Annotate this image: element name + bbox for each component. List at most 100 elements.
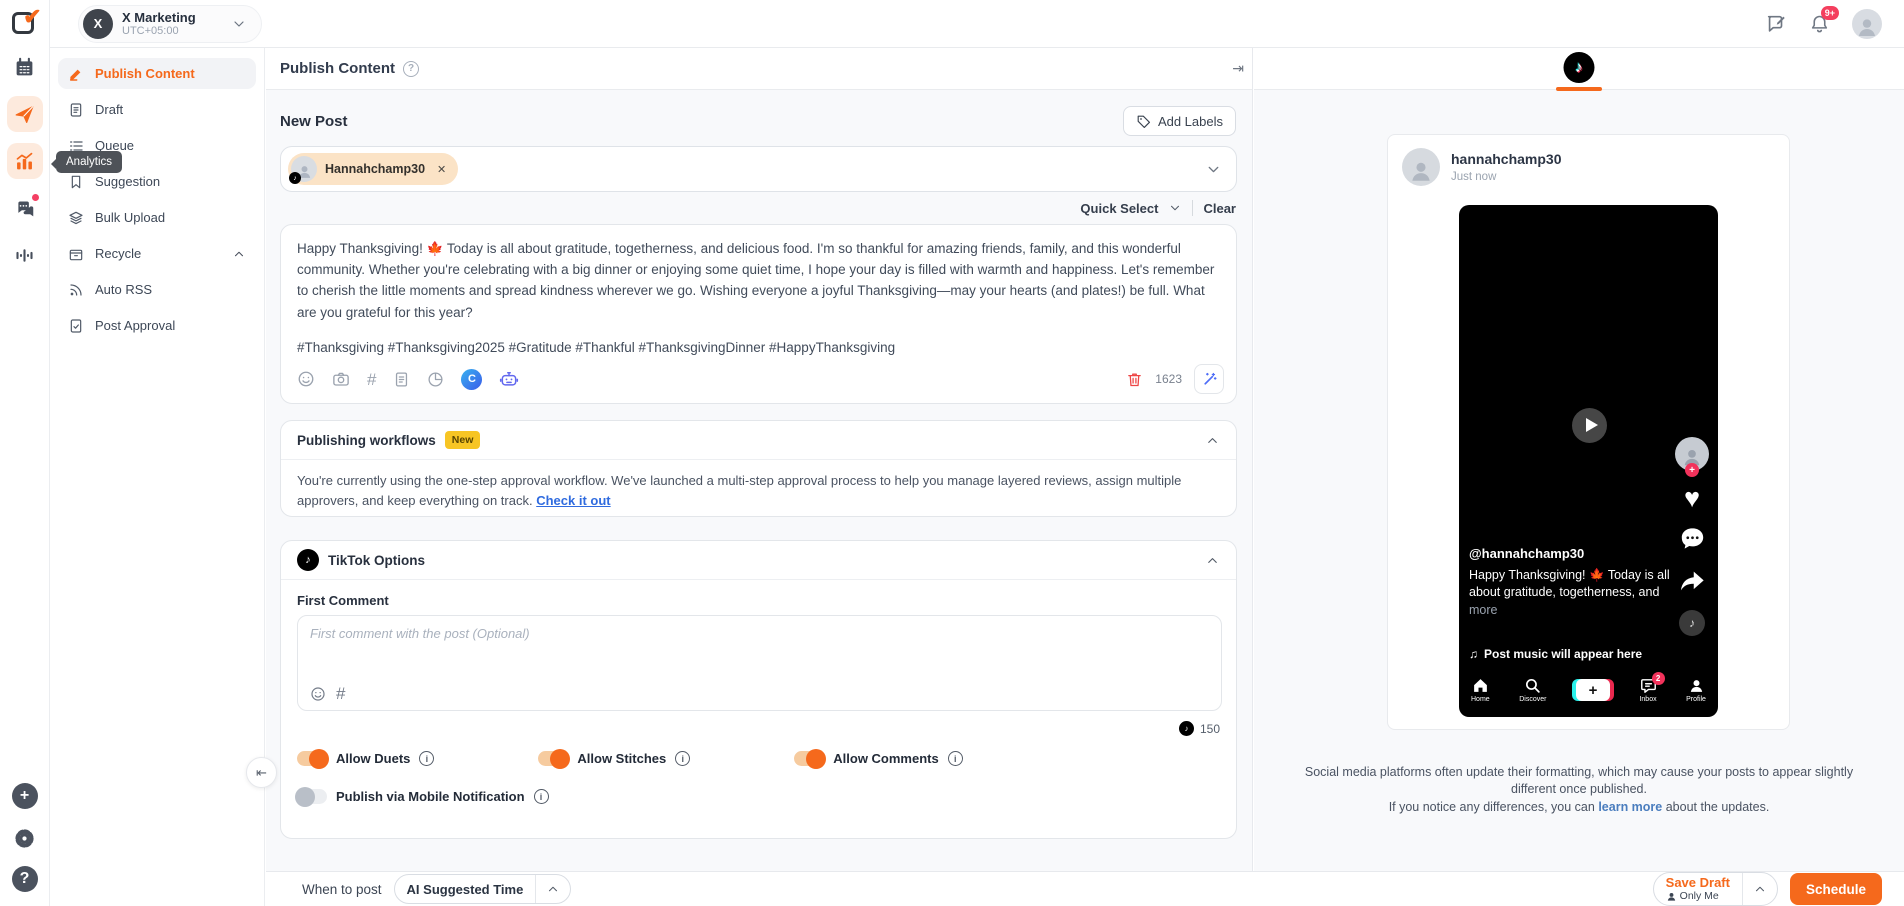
toggle-knob (309, 749, 329, 769)
add-labels-button[interactable]: Add Labels (1123, 106, 1236, 136)
help-circle-icon[interactable]: ? (403, 61, 419, 77)
user-avatar[interactable] (1852, 9, 1882, 39)
app-logo-icon[interactable]: ✔ (10, 8, 40, 38)
nav-create[interactable]: + (1576, 677, 1610, 701)
document-check-icon (68, 318, 84, 334)
info-icon[interactable]: i (419, 751, 434, 766)
calendar-nav-icon[interactable] (7, 49, 43, 85)
tiktok-options-header[interactable]: ♪ TikTok Options (281, 541, 1236, 580)
workflows-text: You're currently using the one-step appr… (297, 473, 1181, 508)
settings-icon[interactable] (13, 827, 36, 850)
help-button[interactable]: ? (12, 866, 38, 892)
chevron-up-icon[interactable] (1205, 553, 1220, 568)
allow-stitches-toggle[interactable] (538, 751, 568, 766)
publish-nav-icon[interactable] (7, 96, 43, 132)
post-text[interactable]: Happy Thanksgiving! 🍁 Today is all about… (297, 238, 1216, 358)
archive-box-icon (68, 246, 84, 262)
emoji-icon[interactable] (310, 686, 326, 702)
save-draft-button[interactable]: Save Draft Only Me (1653, 872, 1778, 906)
chevron-up-icon[interactable] (1742, 873, 1777, 905)
workflows-header[interactable]: Publishing workflows New (281, 421, 1236, 460)
notifications-bell-icon[interactable]: 9+ (1809, 13, 1830, 34)
ai-bot-icon[interactable] (499, 369, 519, 389)
schedule-bar: When to post AI Suggested Time Save Draf… (266, 871, 1904, 906)
nav-home[interactable]: Home (1471, 677, 1490, 703)
caption-more-link[interactable]: more (1469, 603, 1674, 617)
check-it-out-link[interactable]: Check it out (536, 493, 610, 508)
info-icon[interactable]: i (534, 789, 549, 804)
new-post-row: New Post Add Labels (280, 106, 1236, 136)
allow-duets-toggle[interactable] (297, 751, 327, 766)
remove-account-icon[interactable]: ✕ (437, 163, 446, 176)
listening-nav-icon[interactable] (7, 237, 43, 273)
preview-header: ♪ (1254, 48, 1904, 90)
account-select[interactable]: ♪ Hannahchamp30 ✕ (280, 146, 1237, 192)
hashtag-icon[interactable]: # (336, 685, 345, 702)
first-comment-input[interactable] (298, 616, 1221, 678)
video-profile-avatar[interactable]: + (1675, 437, 1709, 471)
workflows-title: Publishing workflows (297, 433, 436, 448)
mobile-notification-toggle[interactable] (297, 789, 327, 804)
play-button-icon[interactable] (1572, 408, 1607, 443)
video-caption-text: Happy Thanksgiving! 🍁 Today is all about… (1469, 567, 1674, 601)
post-editor-card[interactable]: Happy Thanksgiving! 🍁 Today is all about… (280, 224, 1237, 404)
hashtag-icon[interactable]: # (367, 371, 376, 388)
sidebar-item-publish-content[interactable]: Publish Content (58, 58, 256, 89)
collapse-right-icon[interactable]: ⇥ (1232, 60, 1244, 77)
ai-wand-button[interactable] (1194, 364, 1224, 394)
inbox-nav-icon[interactable] (7, 190, 43, 226)
quick-select-button[interactable]: Quick Select (1080, 201, 1158, 216)
canva-icon[interactable]: C (461, 369, 482, 390)
disclaimer-text: about the updates. (1666, 800, 1770, 814)
sidebar-item-label: Recycle (95, 246, 141, 261)
toggle-knob (806, 749, 826, 769)
only-me-label: Only Me (1680, 890, 1719, 902)
sidebar-item-label: Post Approval (95, 318, 175, 333)
first-comment-box: # (297, 615, 1222, 711)
sidebar-item-draft[interactable]: Draft (58, 94, 256, 125)
learn-more-link[interactable]: learn more (1598, 800, 1662, 814)
chevron-up-icon[interactable] (1205, 433, 1220, 448)
app-root: ✔ + ? X X Marketing UTC+05:00 9+ (0, 0, 1904, 906)
sidebar-item-label: Suggestion (95, 174, 160, 189)
sidebar-collapse-handle[interactable]: ⇤ (246, 757, 277, 788)
trash-icon[interactable] (1126, 371, 1143, 388)
nav-profile[interactable]: Profile (1686, 677, 1706, 703)
account-chip[interactable]: ♪ Hannahchamp30 ✕ (288, 153, 458, 185)
preview-panel: ♪ hannahchamp30 Just now + ♥ ♪ (1254, 48, 1904, 871)
snippet-doc-icon[interactable] (393, 371, 410, 388)
tiktok-preview-tab[interactable]: ♪ (1564, 52, 1595, 83)
clear-button[interactable]: Clear (1203, 201, 1236, 216)
nav-label: Inbox (1639, 696, 1656, 703)
main-panel: Publish Content ? ⇥ New Post Add Labels … (266, 48, 1253, 871)
video-preview[interactable]: + ♥ ♪ @hannahchamp30 Happy Thanksgiving!… (1459, 205, 1718, 717)
media-camera-icon[interactable] (332, 370, 350, 388)
schedule-button[interactable]: Schedule (1790, 873, 1882, 905)
tiktok-badge-icon: ♪ (289, 172, 301, 184)
feedback-compose-icon[interactable] (1765, 13, 1787, 35)
comment-bubble-icon[interactable] (1679, 525, 1706, 552)
sidebar-item-post-approval[interactable]: Post Approval (58, 310, 256, 341)
like-heart-icon[interactable]: ♥ (1684, 486, 1700, 510)
ai-suggested-time-select[interactable]: AI Suggested Time (394, 874, 572, 904)
share-arrow-icon[interactable] (1678, 567, 1706, 595)
allow-comments-toggle[interactable] (794, 751, 824, 766)
analytics-nav-icon[interactable] (7, 143, 43, 179)
nav-discover[interactable]: Discover (1519, 677, 1546, 703)
sidebar-item-auto-rss[interactable]: Auto RSS (58, 274, 256, 305)
create-new-button[interactable]: + (12, 783, 38, 809)
sidebar-item-bulk-upload[interactable]: Bulk Upload (58, 202, 256, 233)
music-text: Post music will appear here (1484, 647, 1642, 661)
nav-inbox[interactable]: 2 Inbox (1639, 677, 1656, 703)
music-disc-icon[interactable]: ♪ (1679, 610, 1705, 636)
workflows-body: You're currently using the one-step appr… (281, 460, 1236, 522)
emoji-icon[interactable] (297, 370, 315, 388)
info-icon[interactable]: i (948, 751, 963, 766)
search-icon (1524, 677, 1541, 694)
chevron-up-icon[interactable] (535, 875, 570, 903)
sidebar-item-recycle[interactable]: Recycle (58, 238, 256, 269)
utm-pie-icon[interactable] (427, 371, 444, 388)
maple-leaf-emoji: 🍁 (1589, 568, 1605, 582)
workspace-selector[interactable]: X X Marketing UTC+05:00 (78, 5, 262, 43)
info-icon[interactable]: i (675, 751, 690, 766)
